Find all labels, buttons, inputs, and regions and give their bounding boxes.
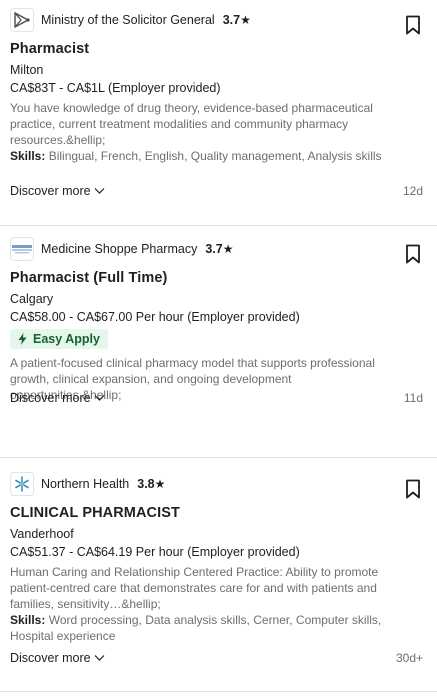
job-location: Calgary: [10, 292, 54, 306]
discover-more-label: Discover more: [10, 651, 91, 665]
job-salary: CA$51.37 - CA$64.19 Per hour (Employer p…: [10, 545, 300, 559]
job-snippet: You have knowledge of drug theory, evide…: [10, 101, 373, 147]
company-rating: 3.8★: [137, 477, 165, 491]
job-title[interactable]: Pharmacist (Full Time): [10, 270, 421, 286]
company-name[interactable]: Northern Health: [41, 477, 129, 491]
job-title[interactable]: CLINICAL PHARMACIST: [10, 505, 421, 521]
job-skills: Skills: Bilingual, French, English, Qual…: [10, 148, 421, 164]
easy-apply-label: Easy Apply: [33, 332, 100, 346]
save-job-button[interactable]: [403, 14, 423, 36]
company-logo: [10, 472, 34, 496]
discover-more-button[interactable]: Discover more: [10, 391, 105, 405]
rating-value: 3.7: [222, 13, 241, 27]
chevron-down-icon: [94, 655, 105, 661]
job-salary: CA$83T - CA$1L (Employer provided): [10, 81, 221, 95]
posted-age: 11d: [403, 391, 423, 405]
chevron-down-icon: [94, 188, 105, 194]
job-card[interactable]: Medicine Shoppe Pharmacy 3.7★ Pharmacist…: [0, 226, 437, 458]
posted-age: 12d: [402, 184, 423, 198]
discover-more-label: Discover more: [10, 184, 91, 198]
company-row: Northern Health 3.8★: [10, 472, 421, 496]
company-row: Medicine Shoppe Pharmacy 3.7★: [10, 237, 421, 261]
discover-more-label: Discover more: [10, 391, 91, 405]
skills-list: Word processing, Data analysis skills, C…: [10, 613, 382, 643]
job-location: Vanderhoof: [10, 527, 74, 541]
job-skills: Skills: Word processing, Data analysis s…: [10, 612, 421, 644]
job-card[interactable]: Northern Health 3.8★ CLINICAL PHARMACIST…: [0, 458, 437, 692]
company-rating: 3.7★: [205, 242, 233, 256]
rating-value: 3.8: [137, 477, 155, 491]
star-icon: ★: [240, 13, 251, 27]
save-job-button[interactable]: [403, 478, 423, 500]
save-job-button[interactable]: [403, 243, 423, 265]
card-footer: Discover more 30d+: [10, 651, 423, 665]
company-name[interactable]: Medicine Shoppe Pharmacy: [41, 242, 197, 256]
job-snippet: Human Caring and Relationship Centered P…: [10, 565, 379, 611]
job-title[interactable]: Pharmacist: [10, 41, 421, 57]
job-card[interactable]: Ministry of the Solicitor General 3.7★ P…: [0, 0, 437, 226]
rating-value: 3.7: [205, 242, 223, 256]
discover-more-button[interactable]: Discover more: [10, 651, 105, 665]
company-name[interactable]: Ministry of the Solicitor General: [41, 13, 215, 27]
card-footer: Discover more 11d: [10, 391, 423, 405]
easy-apply-badge: Easy Apply: [10, 329, 108, 349]
star-icon: ★: [154, 477, 166, 491]
lightning-icon: [18, 333, 27, 345]
skills-label: Skills:: [10, 149, 46, 163]
bookmark-icon: [406, 479, 420, 499]
posted-age: 30d+: [395, 651, 423, 665]
bookmark-icon: [406, 15, 420, 35]
job-salary: CA$58.00 - CA$67.00 Per hour (Employer p…: [10, 310, 300, 324]
company-logo: [10, 237, 34, 261]
bookmark-icon: [406, 244, 420, 264]
discover-more-button[interactable]: Discover more: [10, 184, 105, 198]
company-row: Ministry of the Solicitor General 3.7★: [10, 8, 421, 32]
skills-list: Bilingual, French, English, Quality mana…: [48, 149, 382, 163]
star-icon: ★: [222, 242, 234, 256]
company-logo: [10, 8, 34, 32]
job-location: Milton: [10, 63, 44, 77]
company-rating: 3.7★: [223, 13, 251, 27]
chevron-down-icon: [94, 395, 105, 401]
card-footer: Discover more 12d: [10, 184, 423, 198]
skills-label: Skills:: [10, 613, 46, 627]
